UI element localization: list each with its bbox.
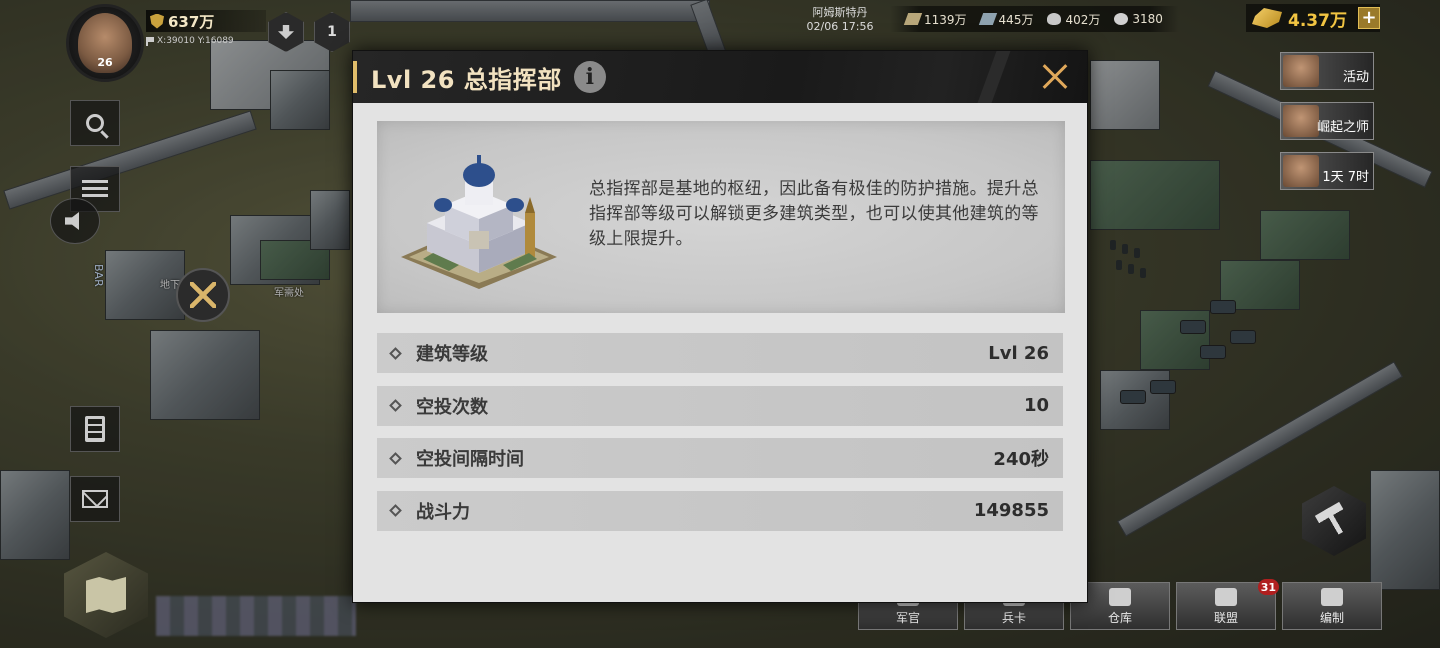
crossed-swords-icon <box>190 282 216 308</box>
mail-button[interactable] <box>70 476 120 522</box>
hammer-icon <box>1314 501 1354 541</box>
gear-icon <box>1114 13 1129 25</box>
stat-label: 建筑等级 <box>416 344 488 365</box>
event-portrait <box>1283 155 1319 187</box>
alliance-star-icon <box>1215 588 1237 606</box>
event-label: 崛起之师 <box>1316 120 1369 135</box>
queue-count: 1 <box>327 24 337 40</box>
event-card-timer[interactable]: 1天 7时 <box>1280 152 1374 190</box>
city-name: 阿姆斯特丹 <box>812 6 868 19</box>
resource-gear[interactable]: 3180 <box>1114 12 1163 26</box>
resource-oil[interactable]: 402万 <box>1047 11 1100 28</box>
event-label: 活动 <box>1342 70 1369 85</box>
nav-formation[interactable]: 编制 <box>1282 582 1382 630</box>
building-stats-list: 建筑等级 Lvl 26 空投次数 10 空投间隔时间 240秒 战斗力 1498… <box>377 333 1063 543</box>
battle-button[interactable] <box>176 268 230 322</box>
iron-icon <box>903 13 923 25</box>
stat-value: 240秒 <box>993 449 1049 470</box>
info-icon[interactable]: i <box>573 61 606 93</box>
oil-icon <box>1047 13 1062 25</box>
diamond-bullet-icon <box>389 451 402 465</box>
steel-icon <box>978 13 997 25</box>
stat-value: Lvl 26 <box>988 342 1049 364</box>
stat-value: 10 <box>1023 395 1049 416</box>
resource-amount: 3180 <box>1132 12 1163 26</box>
nav-label: 兵卡 <box>1001 611 1026 625</box>
close-button[interactable] <box>1037 59 1073 95</box>
map-icon <box>86 577 126 613</box>
resource-bar[interactable]: 1139万 445万 402万 3180 <box>890 6 1179 32</box>
gold-bar-icon <box>1252 8 1282 28</box>
header-accent-bar <box>353 61 357 93</box>
warehouse-icon <box>1109 588 1131 606</box>
coordinates[interactable]: X:39010 Y:16089 <box>146 36 234 46</box>
search-button[interactable] <box>70 100 120 146</box>
stat-row-building-level: 建筑等级 Lvl 26 <box>377 333 1063 373</box>
gold-amount: 4.37万 <box>1288 10 1347 31</box>
stat-row-combat-power: 战斗力 149855 <box>377 490 1063 531</box>
city-info: 阿姆斯特丹 02/06 17:56 <box>780 6 900 34</box>
mail-icon <box>82 490 108 508</box>
resource-amount: 1139万 <box>924 12 967 27</box>
event-portrait <box>1283 105 1319 137</box>
stat-row-airdrop-interval: 空投间隔时间 240秒 <box>377 438 1063 478</box>
resource-iron[interactable]: 1139万 <box>903 11 967 28</box>
search-icon <box>86 114 104 132</box>
stat-row-airdrop-count: 空投次数 10 <box>377 385 1063 426</box>
voice-button[interactable] <box>50 198 100 244</box>
download-icon <box>278 25 294 39</box>
diamond-bullet-icon <box>389 346 402 360</box>
close-icon <box>1037 59 1073 95</box>
resource-amount: 445万 <box>998 12 1034 27</box>
diamond-bullet-icon <box>389 504 402 517</box>
event-portrait <box>1283 55 1319 87</box>
power-display[interactable]: 637万 <box>146 10 266 32</box>
event-timer: 1天 7时 <box>1322 170 1369 185</box>
helmet-icon <box>1321 588 1343 606</box>
commander-avatar[interactable]: 26 <box>66 4 144 82</box>
nav-label: 军官 <box>895 611 920 625</box>
tasks-button[interactable] <box>70 406 120 452</box>
resource-amount: 402万 <box>1065 12 1101 27</box>
nav-label: 联盟 <box>1213 611 1238 625</box>
event-card-activity[interactable]: 活动 <box>1280 52 1374 90</box>
chat-preview[interactable] <box>156 596 356 636</box>
shield-icon <box>150 13 164 29</box>
clipboard-icon <box>85 416 105 442</box>
dialog-title: Lvl 26 总指挥部 <box>371 65 562 94</box>
stat-value: 149855 <box>973 500 1049 521</box>
diamond-bullet-icon <box>389 399 402 412</box>
alliance-badge: 31 <box>1257 579 1279 595</box>
coordinates-value: X:39010 Y:16089 <box>157 36 234 46</box>
nav-label: 编制 <box>1319 611 1344 625</box>
header-stripe <box>977 51 1011 103</box>
server-time: 02/06 17:56 <box>806 20 874 33</box>
speaker-icon <box>65 212 79 230</box>
building-description: 总指挥部是基地的枢纽，因此备有极佳的防护措施。提升总指挥部等级可以解锁更多建筑类… <box>589 179 1039 249</box>
flag-icon <box>146 36 154 46</box>
gold-display[interactable]: 4.37万 + <box>1246 4 1380 32</box>
description-panel: 总指挥部是基地的枢纽，因此备有极佳的防护措施。提升总指挥部等级可以解锁更多建筑类… <box>377 121 1065 313</box>
nav-label: 仓库 <box>1107 611 1132 625</box>
stat-label: 战斗力 <box>416 501 470 523</box>
list-icon <box>82 180 108 198</box>
stat-label: 空投次数 <box>416 396 488 418</box>
event-card-rising-army[interactable]: 崛起之师 <box>1280 102 1374 140</box>
dialog-header: Lvl 26 总指挥部 i <box>353 51 1087 103</box>
stat-label: 空投间隔时间 <box>416 449 524 470</box>
headquarters-building-image <box>401 155 557 289</box>
add-gold-button[interactable]: + <box>1358 7 1380 29</box>
building-info-dialog: Lvl 26 总指挥部 i 总指挥部是基地的枢纽，因此备有极佳的防护措施。提升总… <box>352 50 1088 603</box>
nav-alliance[interactable]: 31 联盟 <box>1176 579 1279 630</box>
avatar-level: 26 <box>97 56 113 69</box>
power-value: 637万 <box>168 12 215 31</box>
resource-steel[interactable]: 445万 <box>978 11 1034 28</box>
